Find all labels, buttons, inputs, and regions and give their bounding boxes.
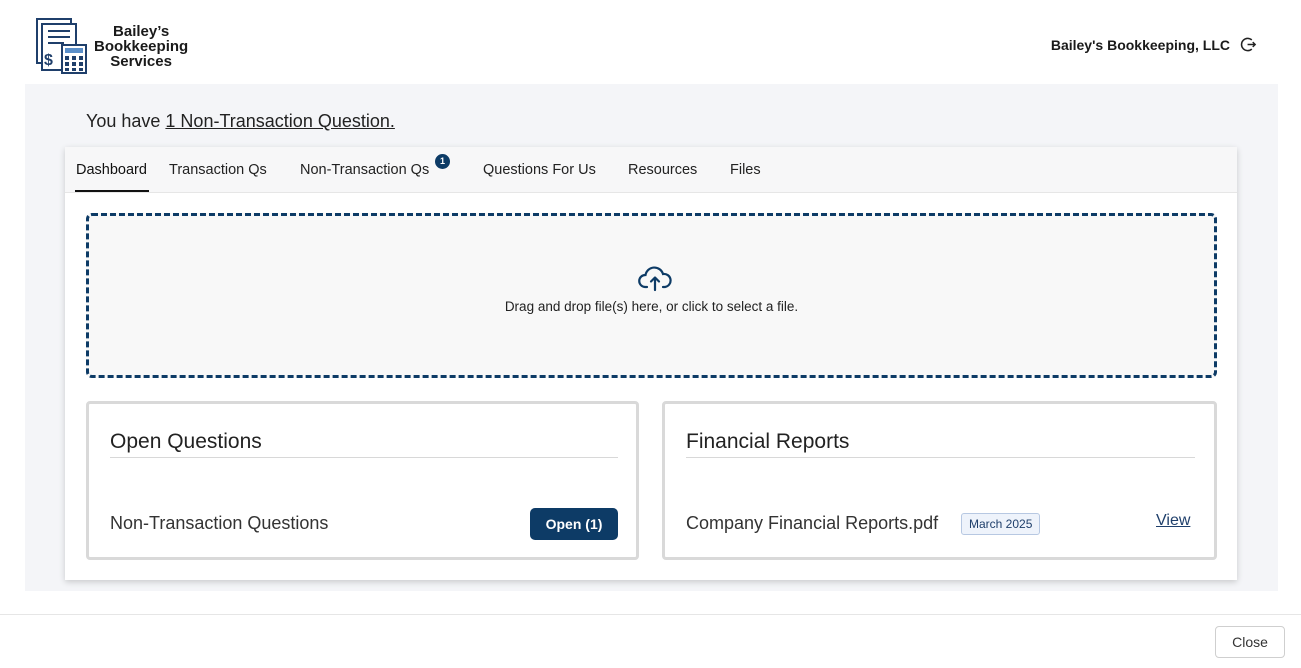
tab-files[interactable]: Files [730, 162, 761, 178]
non-transaction-question-link[interactable]: 1 Non-Transaction Question. [165, 111, 394, 131]
non-transaction-questions-label: Non-Transaction Questions [110, 513, 329, 533]
logo-line: Bookkeeping [94, 37, 189, 55]
company-account: Bailey's Bookkeeping, LLC [1051, 36, 1257, 53]
header: $ Bailey’s Bookkeeping Services Bailey's… [0, 0, 1301, 84]
tab-bar: Dashboard Transaction Qs Non-Transaction… [65, 147, 1237, 193]
modal-window: $ Bailey’s Bookkeeping Services Bailey's… [0, 0, 1301, 668]
open-questions-panel: Open Questions Non-Transaction Questions… [86, 401, 639, 560]
report-date-badge: March 2025 [961, 513, 1041, 535]
panel-divider [110, 457, 618, 458]
active-tab-indicator [75, 190, 149, 192]
view-report-link[interactable]: View [1156, 512, 1190, 530]
questions-notice: You have 1 Non-Transaction Question. [86, 111, 395, 132]
close-button[interactable]: Close [1215, 626, 1285, 658]
open-questions-button[interactable]: Open (1) [530, 508, 618, 540]
ledger-calculator-icon: $ [36, 18, 87, 74]
financial-reports-title: Financial Reports [686, 430, 850, 453]
tab-resources[interactable]: Resources [628, 162, 697, 178]
cloud-upload-icon [638, 266, 672, 292]
financial-reports-panel: Financial Reports Company Financial Repo… [662, 401, 1217, 560]
tab-dashboard[interactable]: Dashboard [76, 162, 147, 178]
logo-wordmark: Bailey’s Bookkeeping Services [94, 24, 188, 69]
logo-line: Services [110, 52, 172, 70]
notice-prefix: You have [86, 111, 166, 131]
non-transaction-count-badge: 1 [435, 154, 450, 169]
footer-divider [0, 614, 1301, 615]
file-dropzone[interactable]: Drag and drop file(s) here, or click to … [86, 213, 1217, 378]
brand-logo: $ Bailey’s Bookkeeping Services [34, 16, 214, 76]
svg-text:$: $ [44, 52, 53, 69]
report-file-name: Company Financial Reports.pdf [686, 513, 939, 533]
company-name: Bailey's Bookkeeping, LLC [1050, 36, 1230, 53]
tab-transaction-qs[interactable]: Transaction Qs [169, 162, 267, 178]
tab-non-transaction-qs[interactable]: Non-Transaction Qs [300, 162, 429, 178]
logout-icon[interactable] [1240, 36, 1257, 53]
panel-divider [686, 457, 1195, 458]
tab-questions-for-us[interactable]: Questions For Us [483, 162, 596, 178]
logo-line: Bailey’s [113, 22, 170, 40]
dropzone-instructions: Drag and drop file(s) here, or click to … [504, 299, 799, 314]
open-questions-title: Open Questions [110, 430, 262, 453]
